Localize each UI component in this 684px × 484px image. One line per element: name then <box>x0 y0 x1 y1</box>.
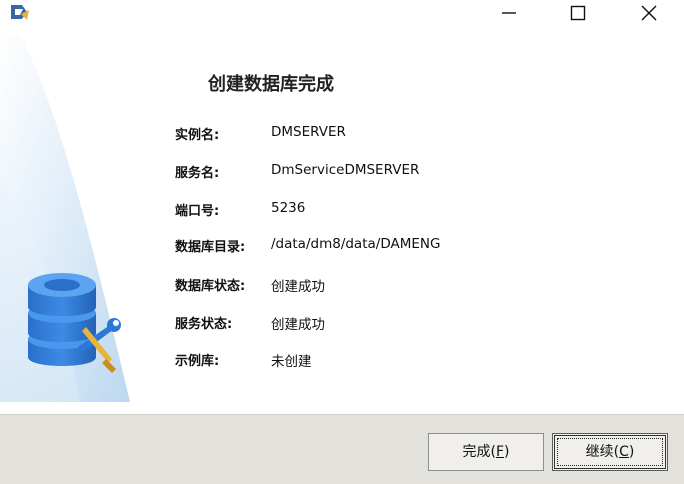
database-icon <box>28 273 121 373</box>
info-value: /data/dm8/data/DAMENG <box>271 236 441 252</box>
continue-button[interactable]: 继续(C) <box>552 433 668 471</box>
info-value: 创建成功 <box>271 317 325 333</box>
info-label: 实例名: <box>175 128 220 143</box>
minimize-icon <box>502 12 516 14</box>
title-bar <box>0 0 684 34</box>
info-label: 服务状态: <box>175 317 233 332</box>
dm-installer-icon <box>9 2 33 24</box>
finish-button[interactable]: 完成(F) <box>428 433 544 471</box>
info-label: 端口号: <box>175 204 220 219</box>
close-button[interactable] <box>614 0 684 28</box>
info-label: 示例库: <box>175 354 220 369</box>
main-content: 创建数据库完成 实例名: DMSERVER 服务名: DmServiceDMSE… <box>0 34 684 414</box>
maximize-button[interactable] <box>543 0 613 28</box>
info-label: 数据库目录: <box>175 240 246 255</box>
info-value: DMSERVER <box>271 124 346 140</box>
finish-mnemonic: F <box>495 444 505 460</box>
info-value: DmServiceDMSERVER <box>271 162 420 178</box>
info-label: 服务名: <box>175 166 220 181</box>
continue-button-label: 继续( <box>585 444 620 460</box>
minimize-button[interactable] <box>474 0 544 28</box>
info-value: 5236 <box>271 200 306 216</box>
close-icon <box>641 5 657 21</box>
footer-bar: 完成(F) 继续(C) <box>0 414 684 484</box>
continue-mnemonic: C <box>619 444 629 460</box>
maximize-icon <box>570 5 586 21</box>
finish-button-label: 完成( <box>462 444 496 460</box>
info-value: 未创建 <box>271 354 312 370</box>
info-value: 创建成功 <box>271 279 325 295</box>
finish-button-suffix: ) <box>504 444 510 460</box>
continue-button-suffix: ) <box>628 444 635 460</box>
info-label: 数据库状态: <box>175 279 246 294</box>
page-title: 创建数据库完成 <box>208 74 334 95</box>
